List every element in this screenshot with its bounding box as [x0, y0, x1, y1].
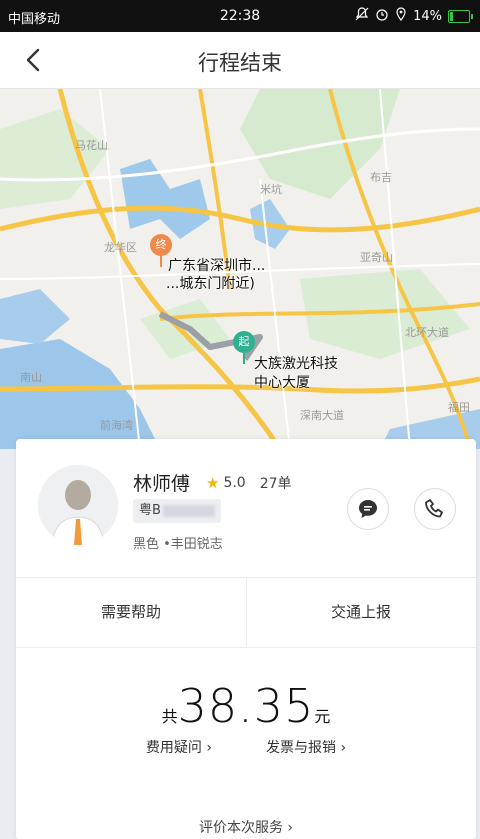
divider — [16, 647, 476, 648]
invoice-link[interactable]: 发票与报销 › — [266, 737, 346, 757]
start-pin-stem — [243, 352, 245, 364]
map-place-label: 福田 — [448, 401, 470, 414]
map-place-label: 布吉 — [370, 171, 392, 184]
map-place-label: 南山 — [20, 371, 42, 384]
rating-value: 5.0 — [223, 475, 246, 491]
map-place-label: 米坑 — [260, 183, 282, 196]
location-icon — [395, 7, 407, 25]
fee-question-link[interactable]: 费用疑问 › — [146, 737, 212, 757]
map-place-label: 马花山 — [75, 139, 108, 152]
license-plate: 粤B — [133, 499, 221, 523]
fare-unit: 元 — [314, 707, 331, 726]
map-place-label: 北环大道 — [405, 326, 449, 339]
fare-amount: 38.35 — [177, 679, 315, 733]
rate-service-link[interactable]: 评价本次服务 › — [16, 817, 476, 837]
fare-links: 费用疑问 › 发票与报销 › — [16, 737, 476, 757]
battery-percent: 14% — [413, 8, 442, 24]
phone-icon — [425, 499, 443, 518]
map-place-label: 亚奇山 — [360, 251, 393, 264]
need-help-button[interactable]: 需要帮助 — [16, 589, 246, 635]
start-pin-icon: 起 — [233, 331, 255, 353]
chat-bubble-icon — [359, 500, 377, 518]
traffic-report-button[interactable]: 交通上报 — [246, 589, 476, 635]
status-icons: 14% — [355, 7, 473, 25]
trip-summary-card: 林师傅 ★ 5.0 27单 粤B 黑色 •丰田锐志 需要帮助 交通上报 共38.… — [16, 439, 476, 839]
fare-total: 共38.35元 — [16, 679, 476, 733]
fare-prefix: 共 — [161, 707, 178, 726]
call-button[interactable] — [414, 488, 456, 530]
driver-rating: ★ 5.0 27单 — [206, 473, 292, 493]
end-label-line2: ...城东门附近) — [166, 276, 255, 292]
battery-icon — [448, 9, 473, 23]
plate-redacted — [162, 504, 215, 517]
plate-prefix: 粤B — [139, 503, 161, 518]
driver-avatar-icon — [38, 465, 118, 545]
start-label-line1: 大族激光科技 — [254, 356, 338, 372]
star-icon: ★ — [206, 474, 220, 492]
order-count: 27单 — [259, 476, 292, 492]
map-place-label: 前海湾 — [100, 419, 133, 432]
page-title: 行程结束 — [198, 51, 282, 75]
driver-name: 林师傅 — [133, 473, 191, 495]
end-pin-icon: 终 — [150, 234, 172, 256]
alarm-icon — [375, 7, 389, 25]
mute-icon — [355, 7, 369, 25]
trip-map[interactable]: 终 广东省深圳市... ...城东门附近) 起 大族激光科技 中心大厦 马花山 … — [0, 88, 480, 451]
end-label-line1: 广东省深圳市... — [168, 258, 266, 274]
map-place-label: 龙华区 — [104, 241, 137, 254]
end-pin-stem — [160, 255, 162, 267]
car-description: 黑色 •丰田锐志 — [133, 537, 223, 552]
start-label-line2: 中心大厦 — [254, 375, 310, 391]
driver-avatar — [38, 465, 118, 545]
nav-bar: 行程结束 — [0, 32, 480, 89]
message-button[interactable] — [347, 488, 389, 530]
map-place-label: 深南大道 — [300, 409, 344, 422]
status-bar: 中国移动 22:38 14% — [0, 0, 480, 32]
